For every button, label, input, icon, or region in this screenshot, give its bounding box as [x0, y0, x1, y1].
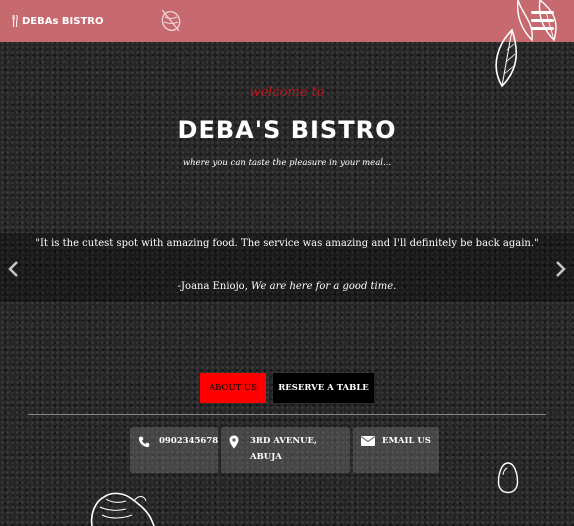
testimonial-quote: "It is the cutest spot with amazing food… [35, 238, 539, 249]
email-contact[interactable]: Email Us [353, 427, 439, 473]
egg-sketch-icon [497, 462, 519, 494]
tagline: where you can taste the pleasure in your… [182, 158, 392, 168]
chevron-right-icon[interactable] [555, 261, 567, 277]
phone-number: 0902345678 [159, 436, 219, 446]
food-logo-icon [161, 9, 181, 32]
about-us-button[interactable]: About Us [200, 373, 266, 403]
leaf-sketch-icon [495, 0, 557, 88]
hand-sketch-icon [90, 492, 155, 526]
brand[interactable]: DEBAs BISTRO [12, 14, 104, 28]
testimonial-author: -Joana Eniojo, We are here for a good ti… [0, 281, 574, 292]
chevron-left-icon[interactable] [7, 261, 19, 277]
email-label: Email Us [382, 436, 431, 446]
author-name: -Joana Eniojo, [177, 281, 252, 292]
author-note: We are here for a good time. [251, 281, 397, 292]
phone-contact[interactable]: 0902345678 [130, 427, 218, 473]
envelope-icon [361, 436, 375, 446]
page-title: DEBA'S BISTRO [177, 116, 397, 144]
fork-knife-icon [12, 15, 18, 27]
reserve-table-button[interactable]: Reserve a Table [273, 373, 374, 403]
divider [28, 414, 546, 415]
address-line-1: 3rd Avenue, [250, 436, 317, 446]
brand-name: DEBAs BISTRO [22, 15, 104, 27]
address-contact[interactable]: 3rd Avenue, Abuja [221, 427, 350, 473]
address-line-2: Abuja [250, 452, 282, 462]
welcome-text: welcome to [249, 85, 325, 100]
map-pin-icon [229, 435, 239, 449]
phone-icon [138, 436, 150, 448]
